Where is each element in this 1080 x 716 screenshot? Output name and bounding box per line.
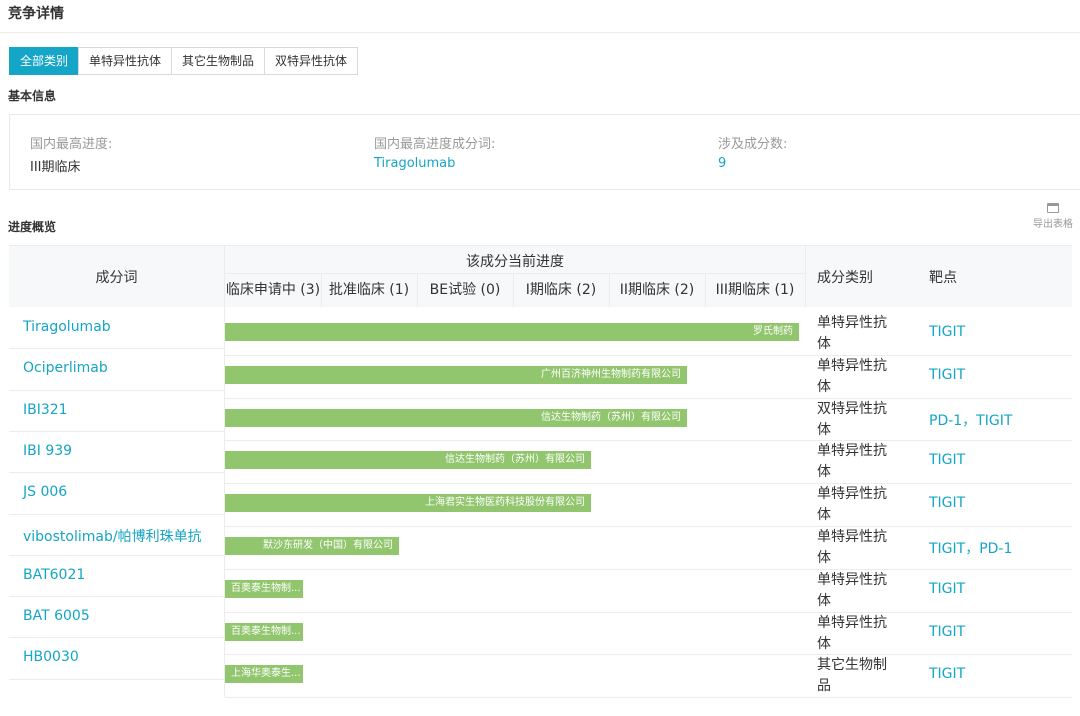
target-link[interactable]: TIGIT (929, 452, 965, 468)
table-row-divider (225, 398, 1072, 399)
category-cell: 单特异性抗体 (817, 443, 887, 480)
category-cell: 单特异性抗体 (817, 572, 887, 609)
ingredient-link[interactable]: Tiragolumab (23, 319, 111, 335)
ingredient-count-field: 涉及成分数: 9 (718, 133, 787, 171)
ingredient-row-divider (9, 390, 224, 391)
stage-phase-2: II期临床 (2) (619, 282, 695, 298)
tab-bispecific-antibody[interactable]: 双特异性抗体 (264, 47, 359, 75)
target-link[interactable]: TIGIT (929, 624, 965, 640)
overview-title: 进度概览 (8, 220, 57, 234)
ingredient-row-divider (9, 472, 224, 473)
header-top-border (9, 245, 1072, 246)
stage-divider (417, 274, 418, 307)
table-row-divider (225, 526, 1072, 527)
ingredient-row-divider (9, 348, 224, 349)
target-link[interactable]: TIGIT (929, 666, 965, 682)
page-title: 竞争详情 (8, 6, 64, 22)
progress-bar[interactable]: 广州百济神州生物制药有限公司 (225, 366, 687, 384)
target-link[interactable]: TIGIT (929, 324, 965, 340)
basic-info-title: 基本信息 (8, 89, 57, 103)
title-divider (0, 32, 1080, 33)
ingredient-row-divider (9, 431, 224, 432)
progress-bar[interactable]: 信达生物制药（苏州）有限公司 (225, 409, 687, 427)
progress-bar[interactable]: 上海君实生物医药科技股份有限公司 (225, 494, 591, 512)
table-row-divider (225, 569, 1072, 570)
category-tabs: 全部类别 单特异性抗体 其它生物制品 双特异性抗体 (9, 47, 359, 75)
progress-bar[interactable]: 默沙东研发（中国）有限公司 (225, 537, 399, 555)
ingredient-link[interactable]: Ociperlimab (23, 360, 108, 376)
category-cell: 单特异性抗体 (817, 486, 887, 523)
ingredient-row-divider (9, 596, 224, 597)
table-row-divider (225, 355, 1072, 356)
stage-be-trial: BE试验 (0) (429, 282, 501, 298)
highest-progress-field: 国内最高进度: III期临床 (30, 133, 112, 175)
ingredient-link[interactable]: JS 006 (23, 484, 67, 500)
tab-monospecific-antibody[interactable]: 单特异性抗体 (78, 47, 173, 75)
stage-divider (609, 274, 610, 307)
target-link[interactable]: TIGIT (929, 367, 965, 383)
progress-bar[interactable]: 罗氏制药 (225, 323, 799, 341)
ingredient-count-label: 涉及成分数: (718, 137, 788, 152)
table-row-divider (225, 440, 1072, 441)
category-cell: 单特异性抗体 (817, 315, 887, 352)
category-cell: 双特异性抗体 (817, 401, 887, 438)
target-link[interactable]: TIGIT，PD-1 (929, 538, 1012, 558)
progress-bar[interactable]: 百奥泰生物制... (225, 580, 303, 598)
target-link[interactable]: TIGIT (929, 495, 965, 511)
category-cell: 单特异性抗体 (817, 615, 887, 652)
export-table-label: 导出表格 (1033, 219, 1073, 230)
ingredient-count-link[interactable]: 9 (718, 156, 787, 171)
basic-info-panel: 国内最高进度: III期临床 国内最高进度成分词: Tiragolumab 涉及… (9, 114, 1080, 190)
header-category: 成分类别 (817, 270, 873, 286)
highest-progress-value: III期临床 (30, 160, 81, 175)
ingredient-row-divider (9, 637, 224, 638)
ingredient-link[interactable]: IBI321 (23, 402, 68, 418)
header-target: 靶点 (929, 270, 957, 286)
export-table-button[interactable]: 导出表格 (1030, 203, 1076, 230)
tab-all-categories[interactable]: 全部类别 (9, 47, 80, 75)
ingredient-row-divider (9, 679, 224, 680)
header-group-divider (225, 273, 805, 274)
stage-clinical-application: 临床申请中 (3) (225, 282, 321, 298)
stage-divider (705, 274, 706, 307)
header-current-progress: 该成分当前进度 (466, 254, 564, 270)
table-row-divider (225, 654, 1072, 655)
highest-ingredient-label: 国内最高进度成分词: (374, 137, 496, 152)
highest-progress-label: 国内最高进度: (30, 137, 113, 152)
highest-ingredient-field: 国内最高进度成分词: Tiragolumab (374, 133, 495, 171)
ingredient-link[interactable]: HB0030 (23, 649, 79, 665)
ingredient-link[interactable]: BAT 6005 (23, 608, 90, 624)
header-ingredient: 成分词 (95, 270, 138, 286)
highest-ingredient-link[interactable]: Tiragolumab (374, 156, 495, 171)
ingredient-link[interactable]: IBI 939 (23, 443, 72, 459)
category-cell: 单特异性抗体 (817, 529, 887, 566)
progress-bar[interactable]: 上海华奥泰生... (225, 665, 303, 683)
stage-approved-clinical: 批准临床 (1) (328, 282, 410, 298)
progress-overview-table: 成分词 该成分当前进度 成分类别 靶点 临床申请中 (3) 批准临床 (1) B… (9, 245, 1080, 698)
stage-phase-3: III期临床 (1) (715, 282, 795, 298)
ingredient-link[interactable]: vibostolimab/帕博利珠单抗 (23, 526, 202, 546)
category-cell: 其它生物制品 (817, 657, 887, 694)
stage-phase-1: I期临床 (2) (525, 282, 597, 298)
progress-bar[interactable]: 信达生物制药（苏州）有限公司 (225, 451, 591, 469)
table-row-divider (225, 612, 1072, 613)
stage-divider (513, 274, 514, 307)
ingredient-row-divider (9, 514, 224, 515)
tab-other-biologics[interactable]: 其它生物制品 (171, 47, 266, 75)
ingredient-link[interactable]: BAT6021 (23, 567, 85, 583)
category-cell: 单特异性抗体 (817, 358, 887, 395)
progress-bar[interactable]: 百奥泰生物制... (225, 623, 303, 641)
progress-column-divider (805, 245, 806, 307)
ingredient-row-divider (9, 555, 224, 556)
stage-divider (321, 274, 322, 307)
table-row-divider (225, 697, 1072, 698)
table-row-divider (225, 483, 1072, 484)
target-link[interactable]: TIGIT (929, 581, 965, 597)
target-link[interactable]: PD-1，TIGIT (929, 410, 1012, 430)
export-table-icon (1047, 203, 1059, 213)
